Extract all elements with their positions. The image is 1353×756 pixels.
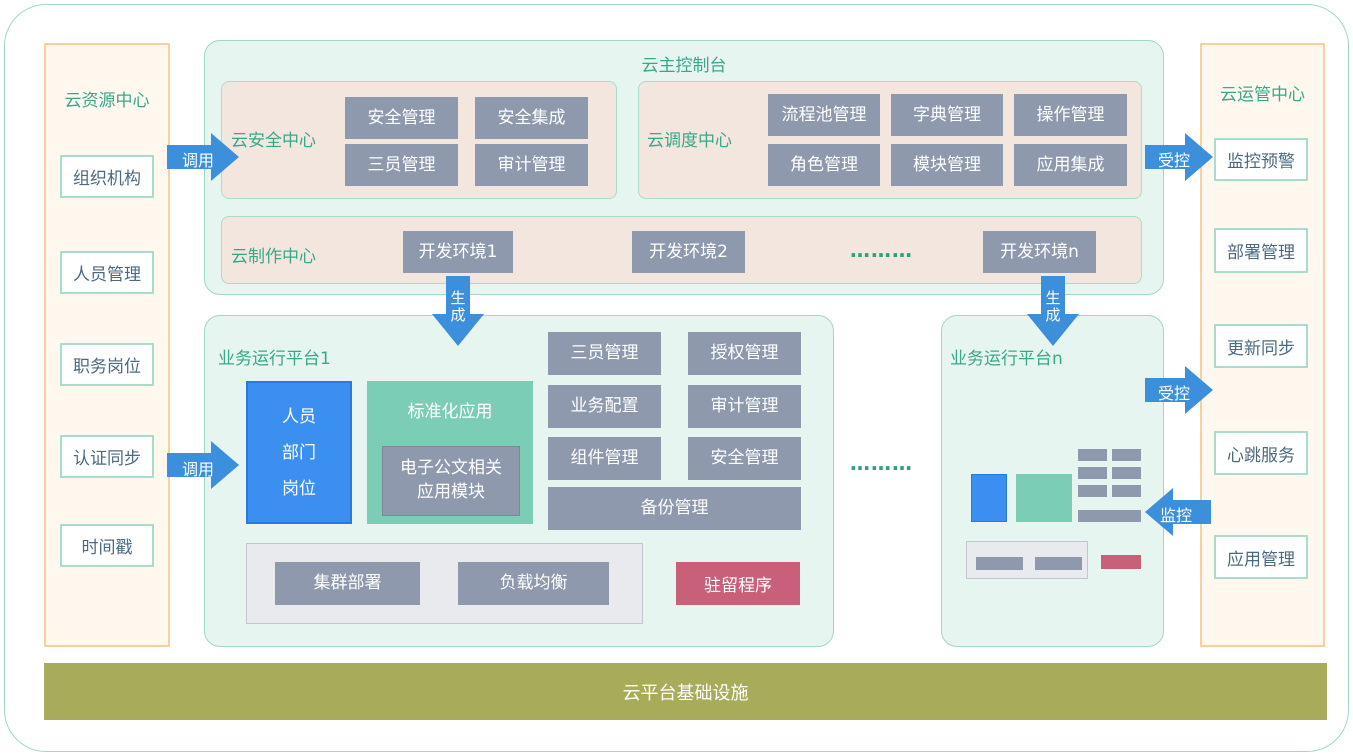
security-item-three-member[interactable]: 三员管理 bbox=[345, 144, 458, 186]
document-app-module[interactable]: 电子公文相关 应用模块 bbox=[382, 446, 520, 516]
security-item-audit[interactable]: 审计管理 bbox=[475, 144, 588, 186]
dev-env-ellipsis: ……… bbox=[850, 238, 913, 262]
security-item-security-integration[interactable]: 安全集成 bbox=[475, 97, 588, 139]
org-line-department: 部门 bbox=[282, 443, 316, 463]
dispatch-item-module[interactable]: 模块管理 bbox=[891, 144, 1003, 186]
cloud-main-console-title: 云主控制台 bbox=[641, 56, 727, 76]
ops-item-update-sync[interactable]: 更新同步 bbox=[1214, 324, 1308, 368]
dev-env-2[interactable]: 开发环境2 bbox=[632, 231, 745, 273]
dispatch-item-process-pool[interactable]: 流程池管理 bbox=[768, 94, 880, 136]
mini-grid-cell bbox=[1078, 467, 1107, 479]
resource-item-timestamp[interactable]: 时间戳 bbox=[60, 524, 154, 567]
mini-grid-cell bbox=[1112, 467, 1141, 479]
mini-cluster-bar bbox=[976, 557, 1023, 570]
dev-env-n[interactable]: 开发环境n bbox=[983, 231, 1096, 273]
resource-item-positions[interactable]: 职务岗位 bbox=[60, 343, 154, 386]
mini-wide-bar bbox=[1078, 510, 1141, 522]
ops-item-heartbeat[interactable]: 心跳服务 bbox=[1214, 431, 1308, 475]
ops-item-deploy[interactable]: 部署管理 bbox=[1214, 228, 1308, 273]
load-balance[interactable]: 负载均衡 bbox=[458, 562, 609, 605]
p1-item-security[interactable]: 安全管理 bbox=[688, 437, 801, 480]
resource-item-org[interactable]: 组织机构 bbox=[60, 155, 154, 198]
cluster-deploy[interactable]: 集群部署 bbox=[275, 562, 420, 605]
org-line-post: 岗位 bbox=[282, 479, 316, 499]
cloud-production-center-title: 云制作中心 bbox=[231, 247, 316, 267]
security-item-security-manage[interactable]: 安全管理 bbox=[345, 97, 458, 139]
cloud-dispatch-center-title: 云调度中心 bbox=[647, 131, 732, 151]
cloud-security-center-title: 云安全中心 bbox=[231, 131, 316, 151]
platform-ellipsis: ……… bbox=[850, 451, 913, 475]
p1-item-three-member[interactable]: 三员管理 bbox=[548, 332, 661, 375]
dispatch-item-dictionary[interactable]: 字典管理 bbox=[891, 94, 1003, 136]
generate-arrow-label: 生成 bbox=[1045, 289, 1061, 324]
p1-item-component[interactable]: 组件管理 bbox=[548, 437, 661, 480]
business-platform-1-title: 业务运行平台1 bbox=[218, 349, 331, 369]
cloud-infrastructure: 云平台基础设施 bbox=[44, 663, 1327, 720]
p1-item-audit[interactable]: 审计管理 bbox=[688, 385, 801, 428]
mini-red-bar bbox=[1101, 555, 1141, 569]
mini-grid-cell bbox=[1112, 485, 1141, 497]
cloud-resource-center-title: 云资源中心 bbox=[64, 91, 150, 111]
mini-cluster-bar bbox=[1035, 557, 1082, 570]
call-arrow-label: 调用 bbox=[182, 460, 215, 479]
resource-item-auth-sync[interactable]: 认证同步 bbox=[60, 435, 154, 478]
mini-grid-cell bbox=[1112, 449, 1141, 461]
standardized-app-title: 标准化应用 bbox=[407, 402, 493, 422]
generate-arrow-label: 生成 bbox=[450, 289, 466, 324]
dispatch-item-app-integration[interactable]: 应用集成 bbox=[1014, 144, 1127, 186]
p1-item-authorization[interactable]: 授权管理 bbox=[688, 332, 801, 375]
p1-item-backup[interactable]: 备份管理 bbox=[548, 487, 801, 530]
business-platform-n-title: 业务运行平台n bbox=[950, 349, 1063, 369]
dispatch-item-operation[interactable]: 操作管理 bbox=[1014, 94, 1127, 136]
dev-env-1[interactable]: 开发环境1 bbox=[403, 231, 513, 273]
p1-item-business-config[interactable]: 业务配置 bbox=[548, 385, 661, 428]
mini-grid-cell bbox=[1078, 449, 1107, 461]
resident-program[interactable]: 驻留程序 bbox=[676, 562, 800, 605]
ops-item-monitor-alert[interactable]: 监控预警 bbox=[1214, 138, 1308, 181]
controlled-arrow-label: 受控 bbox=[1158, 384, 1191, 403]
call-arrow-label: 调用 bbox=[182, 151, 215, 170]
mini-grid-cell bbox=[1078, 485, 1107, 497]
monitor-arrow-label: 监控 bbox=[1160, 506, 1193, 525]
cloud-ops-center-title: 云运管中心 bbox=[1220, 85, 1305, 105]
dispatch-item-role[interactable]: 角色管理 bbox=[768, 144, 880, 186]
controlled-arrow-label: 受控 bbox=[1158, 151, 1191, 170]
resource-item-people[interactable]: 人员管理 bbox=[60, 251, 154, 294]
mini-blue-block bbox=[971, 474, 1007, 522]
org-line-people: 人员 bbox=[282, 407, 316, 427]
ops-item-app-manage[interactable]: 应用管理 bbox=[1214, 535, 1308, 579]
mini-teal-block bbox=[1016, 474, 1072, 522]
